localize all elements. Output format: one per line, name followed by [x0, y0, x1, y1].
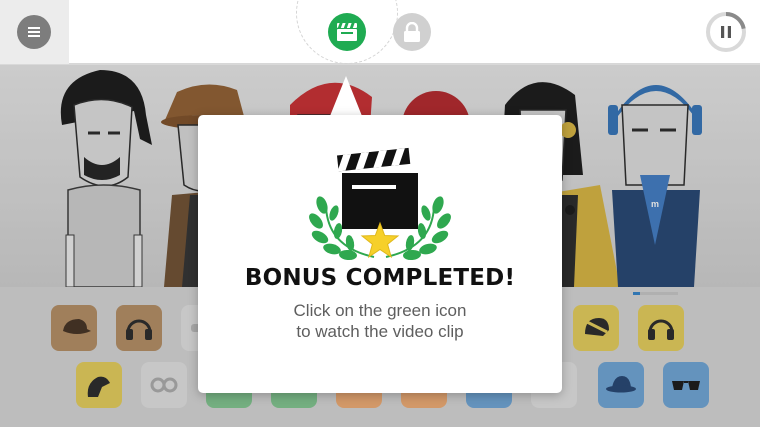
- bonus-award-icon: [309, 147, 451, 261]
- pause-icon: [721, 26, 731, 38]
- pause-button[interactable]: [705, 11, 747, 53]
- menu-panel: [0, 0, 69, 64]
- clapperboard-icon: [337, 23, 357, 41]
- locked-bonus-button[interactable]: [393, 13, 431, 51]
- dialog-title: BONUS COMPLETED!: [244, 265, 516, 291]
- menu-button[interactable]: [17, 15, 51, 49]
- lock-icon: [404, 22, 420, 42]
- hamburger-icon: [28, 27, 40, 37]
- top-bar: [0, 0, 760, 64]
- dialog-message-line1: Click on the green icon: [293, 301, 467, 320]
- bonus-dialog[interactable]: BONUS COMPLETED! Click on the green icon…: [198, 115, 562, 393]
- dialog-message-line2: to watch the video clip: [296, 322, 464, 341]
- video-clip-button[interactable]: [328, 13, 366, 51]
- dialog-pointer: [330, 76, 362, 116]
